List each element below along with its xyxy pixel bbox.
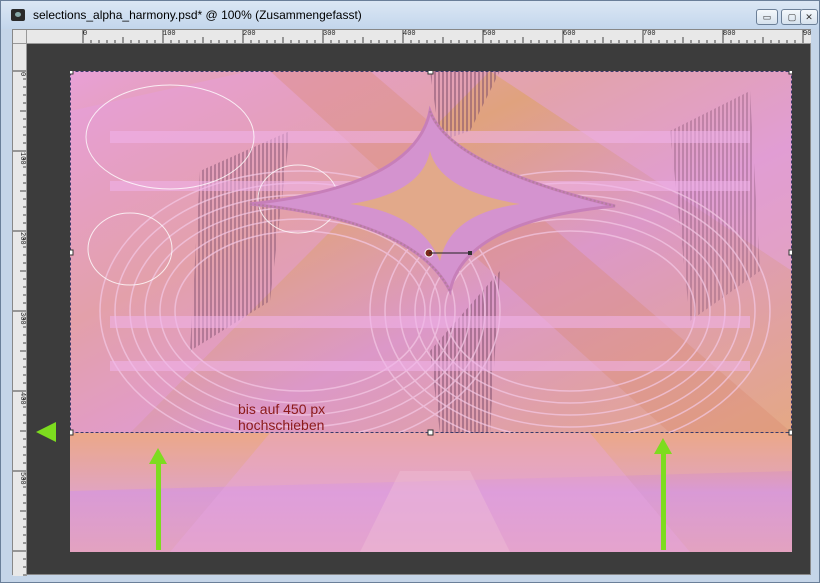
restore-icon: ▢ [787,12,797,22]
up-arrow-icon [149,448,167,550]
annotation-arrows [36,422,672,550]
app-icon[interactable] [11,9,25,21]
canvas-area[interactable]: 0 100 200 300 400 500 600 700 800 900 0 … [12,29,811,576]
annotation-line-2: hochschieben [238,417,325,433]
instruction-annotation: bis auf 450 px hochschieben [238,401,325,433]
left-arrow-icon [36,422,56,442]
annotation-line-1: bis auf 450 px [238,401,326,417]
window-title: selections_alpha_harmony.psd* @ 100% (Zu… [33,8,362,22]
up-arrow-icon [654,438,672,550]
minimize-icon: ▭ [762,12,772,22]
close-button[interactable]: ✕ [800,9,818,25]
title-bar[interactable]: selections_alpha_harmony.psd* @ 100% (Zu… [1,1,819,29]
minimize-button[interactable]: ▭ [756,9,778,25]
close-icon: ✕ [805,12,813,22]
